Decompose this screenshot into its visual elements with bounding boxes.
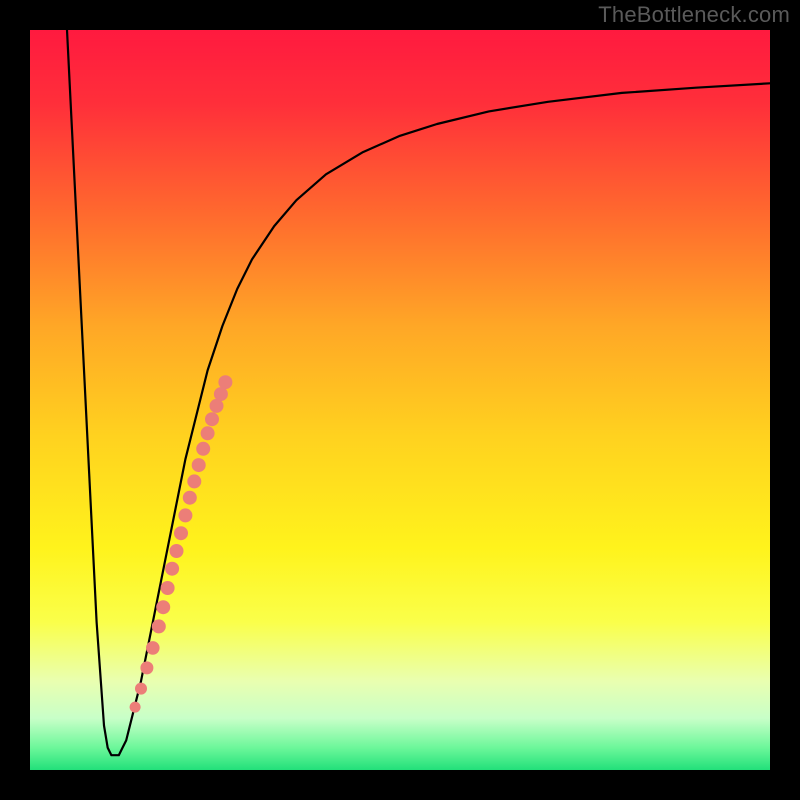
scatter-point	[165, 562, 179, 576]
scatter-point	[161, 581, 175, 595]
scatter-point	[183, 491, 197, 505]
bottleneck-chart	[30, 30, 770, 770]
chart-frame: TheBottleneck.com	[0, 0, 800, 800]
scatter-point	[156, 600, 170, 614]
scatter-point	[130, 702, 141, 713]
scatter-point	[135, 683, 147, 695]
scatter-point	[218, 375, 232, 389]
scatter-point	[192, 458, 206, 472]
gradient-background	[30, 30, 770, 770]
scatter-point	[140, 661, 153, 674]
scatter-point	[170, 544, 184, 558]
scatter-point	[196, 442, 210, 456]
scatter-point	[146, 641, 160, 655]
scatter-point	[201, 426, 215, 440]
scatter-point	[187, 474, 201, 488]
scatter-point	[178, 508, 192, 522]
plot-area	[30, 30, 770, 770]
scatter-point	[174, 526, 188, 540]
scatter-point	[152, 619, 166, 633]
scatter-point	[205, 412, 219, 426]
watermark-label: TheBottleneck.com	[598, 2, 790, 28]
scatter-point	[214, 387, 228, 401]
